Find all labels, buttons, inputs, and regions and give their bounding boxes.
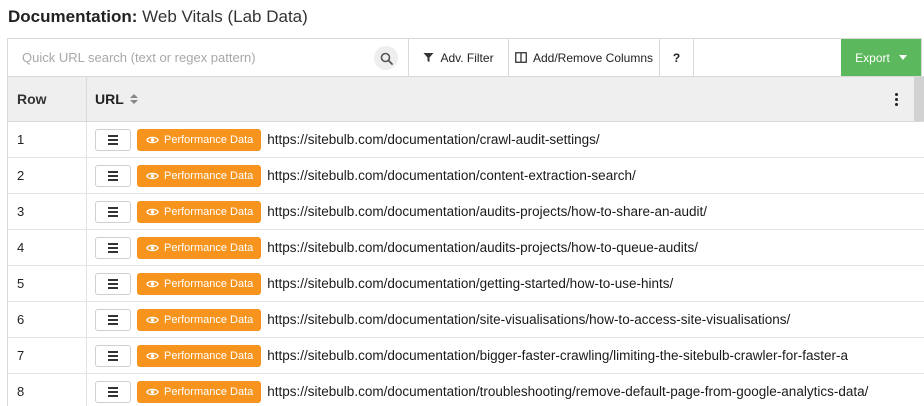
row-menu-button[interactable] (95, 308, 131, 331)
table-row: 7 Performance Data https://sitebulb.com/… (8, 338, 924, 374)
url-cell: Performance Data https://sitebulb.com/do… (87, 302, 924, 337)
table-row: 6 Performance Data https://sitebulb.com/… (8, 302, 924, 338)
url-cell: Performance Data https://sitebulb.com/do… (87, 266, 924, 301)
search-box (8, 39, 409, 76)
row-number: 5 (8, 266, 87, 301)
eye-icon (146, 136, 159, 143)
row-menu-button[interactable] (95, 236, 131, 259)
url-link[interactable]: https://sitebulb.com/documentation/troub… (267, 384, 868, 399)
adv-filter-button[interactable]: Adv. Filter (409, 39, 509, 76)
url-cell: Performance Data https://sitebulb.com/do… (87, 122, 924, 157)
table-row: 1 Performance Data https://sitebulb.com/… (8, 122, 924, 158)
search-icon (380, 52, 393, 65)
performance-data-label: Performance Data (164, 205, 254, 218)
search-button[interactable] (374, 46, 398, 70)
row-number: 8 (8, 374, 87, 406)
url-link[interactable]: https://sitebulb.com/documentation/getti… (267, 276, 673, 291)
row-menu-button[interactable] (95, 344, 131, 367)
row-menu-button[interactable] (95, 200, 131, 223)
results-table: Row URL 1 Performance Data https://siteb… (7, 76, 924, 406)
performance-data-button[interactable]: Performance Data (137, 272, 262, 295)
row-menu-button[interactable] (95, 380, 131, 403)
url-link[interactable]: https://sitebulb.com/documentation/crawl… (267, 132, 599, 147)
url-link[interactable]: https://sitebulb.com/documentation/site-… (267, 312, 790, 327)
row-number: 4 (8, 230, 87, 265)
performance-data-button[interactable]: Performance Data (137, 308, 262, 331)
performance-data-button[interactable]: Performance Data (137, 200, 262, 223)
performance-data-label: Performance Data (164, 349, 254, 362)
page-title: Documentation: Web Vitals (Lab Data) (8, 6, 308, 28)
export-button[interactable]: Export (841, 39, 921, 76)
help-button[interactable]: ? (660, 39, 694, 76)
performance-data-label: Performance Data (164, 133, 254, 146)
row-number: 6 (8, 302, 87, 337)
performance-data-label: Performance Data (164, 169, 254, 182)
export-label: Export (855, 50, 890, 65)
column-header-url-label: URL (95, 91, 124, 107)
url-link[interactable]: https://sitebulb.com/documentation/bigge… (267, 348, 848, 363)
search-input[interactable] (8, 39, 368, 75)
eye-icon (146, 388, 159, 395)
row-menu-button[interactable] (95, 164, 131, 187)
table-row: 3 Performance Data https://sitebulb.com/… (8, 194, 924, 230)
row-number: 3 (8, 194, 87, 229)
table-body: 1 Performance Data https://sitebulb.com/… (8, 122, 924, 406)
column-menu-icon[interactable] (895, 93, 898, 106)
performance-data-label: Performance Data (164, 385, 254, 398)
url-cell: Performance Data https://sitebulb.com/do… (87, 158, 924, 193)
eye-icon (146, 316, 159, 323)
url-link[interactable]: https://sitebulb.com/documentation/audit… (267, 240, 698, 255)
toolbar: Adv. Filter Add/Remove Columns ? Export (7, 38, 922, 76)
performance-data-button[interactable]: Performance Data (137, 128, 262, 151)
row-menu-button[interactable] (95, 128, 131, 151)
performance-data-button[interactable]: Performance Data (137, 344, 262, 367)
table-row: 5 Performance Data https://sitebulb.com/… (8, 266, 924, 302)
column-header-url[interactable]: URL (87, 77, 914, 121)
url-link[interactable]: https://sitebulb.com/documentation/conte… (267, 168, 635, 183)
row-number: 2 (8, 158, 87, 193)
scrollbar[interactable] (914, 77, 924, 121)
url-cell: Performance Data https://sitebulb.com/do… (87, 338, 924, 373)
url-link[interactable]: https://sitebulb.com/documentation/audit… (267, 204, 707, 219)
url-cell: Performance Data https://sitebulb.com/do… (87, 374, 924, 406)
performance-data-label: Performance Data (164, 313, 254, 326)
table-row: 8 Performance Data https://sitebulb.com/… (8, 374, 924, 406)
chevron-down-icon (898, 55, 907, 60)
performance-data-button[interactable]: Performance Data (137, 380, 262, 403)
table-row: 2 Performance Data https://sitebulb.com/… (8, 158, 924, 194)
columns-icon (515, 52, 527, 63)
page-title-section: Documentation: (8, 7, 138, 26)
filter-icon (423, 53, 434, 62)
column-header-row[interactable]: Row (8, 77, 87, 121)
eye-icon (146, 172, 159, 179)
url-cell: Performance Data https://sitebulb.com/do… (87, 194, 924, 229)
adv-filter-label: Adv. Filter (440, 50, 494, 65)
eye-icon (146, 244, 159, 251)
performance-data-button[interactable]: Performance Data (137, 236, 262, 259)
row-number: 7 (8, 338, 87, 373)
eye-icon (146, 352, 159, 359)
performance-data-label: Performance Data (164, 241, 254, 254)
row-menu-button[interactable] (95, 272, 131, 295)
add-remove-columns-button[interactable]: Add/Remove Columns (509, 39, 660, 76)
table-row: 4 Performance Data https://sitebulb.com/… (8, 230, 924, 266)
table-header: Row URL (8, 76, 924, 122)
performance-data-label: Performance Data (164, 277, 254, 290)
performance-data-button[interactable]: Performance Data (137, 164, 262, 187)
add-remove-columns-label: Add/Remove Columns (532, 50, 654, 65)
url-cell: Performance Data https://sitebulb.com/do… (87, 230, 924, 265)
eye-icon (146, 208, 159, 215)
eye-icon (146, 280, 159, 287)
row-number: 1 (8, 122, 87, 157)
sort-icon[interactable] (129, 94, 138, 104)
page-title-report: Web Vitals (Lab Data) (142, 7, 308, 26)
